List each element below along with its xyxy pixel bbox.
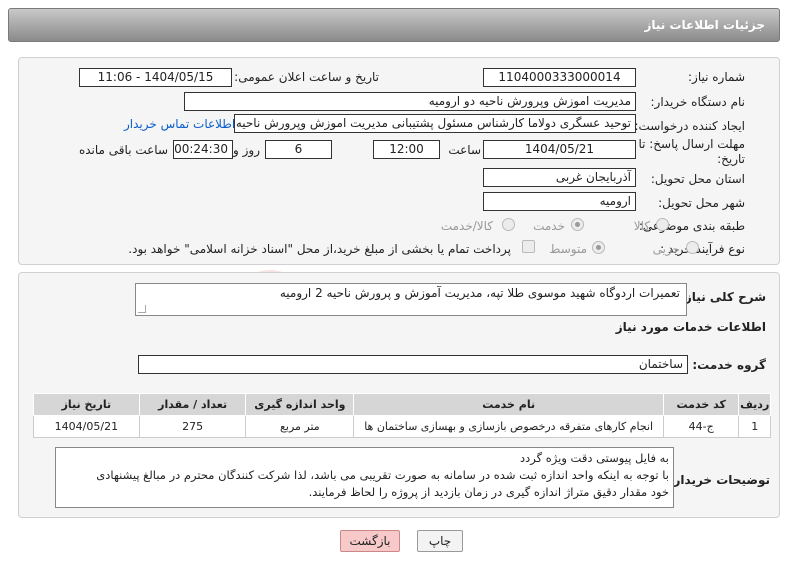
summary-label: شرح کلی نیاز: xyxy=(680,290,766,304)
process-option-medium-radio[interactable] xyxy=(592,241,605,254)
time-remaining-label: ساعت باقی مانده xyxy=(78,143,168,157)
print-button[interactable]: چاپ xyxy=(417,530,463,552)
buyer-notes-label: توضیحات خریدار: xyxy=(668,473,770,487)
buyer-notes-box: به فایل پیوستی دقت ویژه گردد با توجه به … xyxy=(55,447,674,508)
buyer-org-field: مدیریت اموزش وپرورش ناحیه دو ارومیه xyxy=(184,92,636,111)
row-unit: متر مربع xyxy=(245,415,355,438)
deadline-label: مهلت ارسال پاسخ: تا تاریخ: xyxy=(638,137,745,167)
col-unit: واحد اندازه گیری xyxy=(245,393,355,416)
process-option-medium-label: متوسط xyxy=(549,242,587,256)
category-label: طبقه بندی موضوعی: xyxy=(638,219,745,233)
buyer-notes-line-1: به فایل پیوستی دقت ویژه گردد xyxy=(520,451,669,465)
service-group-label: گروه خدمت: xyxy=(692,358,766,372)
summary-text: تعمیرات اردوگاه شهید موسوی طلا تپه، مدیر… xyxy=(279,286,680,300)
need-number-label: شماره نیاز: xyxy=(688,70,745,84)
treasury-payment-note: پرداخت تمام یا بخشی از مبلغ خرید،از محل … xyxy=(128,242,511,256)
col-quantity: تعداد / مقدار xyxy=(138,393,247,416)
summary-textarea: تعمیرات اردوگاه شهید موسوی طلا تپه، مدیر… xyxy=(135,283,687,316)
col-service-name: نام خدمت xyxy=(353,393,665,416)
category-option-goods-radio[interactable] xyxy=(656,218,669,231)
buyer-notes-line-3: خود مقدار دقیق متراژ اندازه گیری در زمان… xyxy=(308,485,669,499)
province-label: استان محل تحویل: xyxy=(650,172,745,186)
category-option-both-radio[interactable] xyxy=(502,218,515,231)
col-service-code: کد خدمت xyxy=(663,393,740,416)
buyer-notes-line-2: با توجه به اینکه واحد اندازه ثبت شده در … xyxy=(96,468,669,482)
deadline-date-field: 1404/05/21 xyxy=(483,140,636,159)
row-service-name: انجام کارهای متفرقه درخصوص بازسازی و بهس… xyxy=(353,415,665,438)
days-label: روز و xyxy=(233,143,260,157)
city-field: ارومیه xyxy=(483,192,636,211)
treasury-payment-checkbox[interactable] xyxy=(522,240,535,253)
announce-datetime-field: 1404/05/15 - 11:06 xyxy=(79,68,232,87)
category-option-goods-label: کالا xyxy=(633,219,650,233)
category-option-service-label: خدمت xyxy=(533,219,565,233)
buyer-contact-link[interactable]: اطلاعات تماس خریدار xyxy=(124,117,235,131)
deadline-time-label: ساعت xyxy=(448,143,481,157)
buyer-org-label: نام دستگاه خریدار: xyxy=(650,95,746,109)
process-option-minor-radio[interactable] xyxy=(686,241,699,254)
deadline-label-line1: مهلت ارسال پاسخ: تا xyxy=(638,137,745,151)
row-quantity: 275 xyxy=(138,415,247,438)
creator-field: توحید عسگری دولاما کارشناس مسئول پشتیبان… xyxy=(234,114,636,133)
need-number-field: 1104000333000014 xyxy=(483,68,636,87)
days-remaining-field: 6 xyxy=(265,140,332,159)
col-row: ردیف xyxy=(738,393,771,416)
time-remaining-field: 00:24:30 xyxy=(173,140,233,159)
services-table-header: ردیف کد خدمت نام خدمت واحد اندازه گیری ت… xyxy=(33,393,771,416)
process-option-minor-label: جزیی xyxy=(652,242,680,256)
col-need-date: تاریخ نیاز xyxy=(33,393,140,416)
page-title: جزئیات اطلاعات نیاز xyxy=(644,18,765,32)
page-header: جزئیات اطلاعات نیاز xyxy=(8,8,780,42)
services-section-title: اطلاعات خدمات مورد نیاز xyxy=(615,320,766,334)
row-service-code: ج-44 xyxy=(663,415,740,438)
category-option-service-radio[interactable] xyxy=(571,218,584,231)
announce-datetime-label: تاریخ و ساعت اعلان عمومی: xyxy=(234,70,379,84)
back-button[interactable]: بازگشت xyxy=(340,530,400,552)
deadline-label-line2: تاریخ: xyxy=(717,152,745,166)
row-number: 1 xyxy=(738,415,771,438)
city-label: شهر محل تحویل: xyxy=(658,196,745,210)
deadline-time-field: 12:00 xyxy=(373,140,440,159)
province-field: آذربایجان غربی xyxy=(483,168,636,187)
service-group-field: ساختمان xyxy=(138,355,688,374)
creator-label: ایجاد کننده درخواست: xyxy=(634,119,745,133)
services-table: ردیف کد خدمت نام خدمت واحد اندازه گیری ت… xyxy=(33,393,771,438)
table-row: 1 ج-44 انجام کارهای متفرقه درخصوص بازساز… xyxy=(33,415,771,438)
category-option-both-label: کالا/خدمت xyxy=(440,219,493,233)
summary-resize-handle[interactable] xyxy=(138,305,146,313)
row-need-date: 1404/05/21 xyxy=(33,415,140,438)
